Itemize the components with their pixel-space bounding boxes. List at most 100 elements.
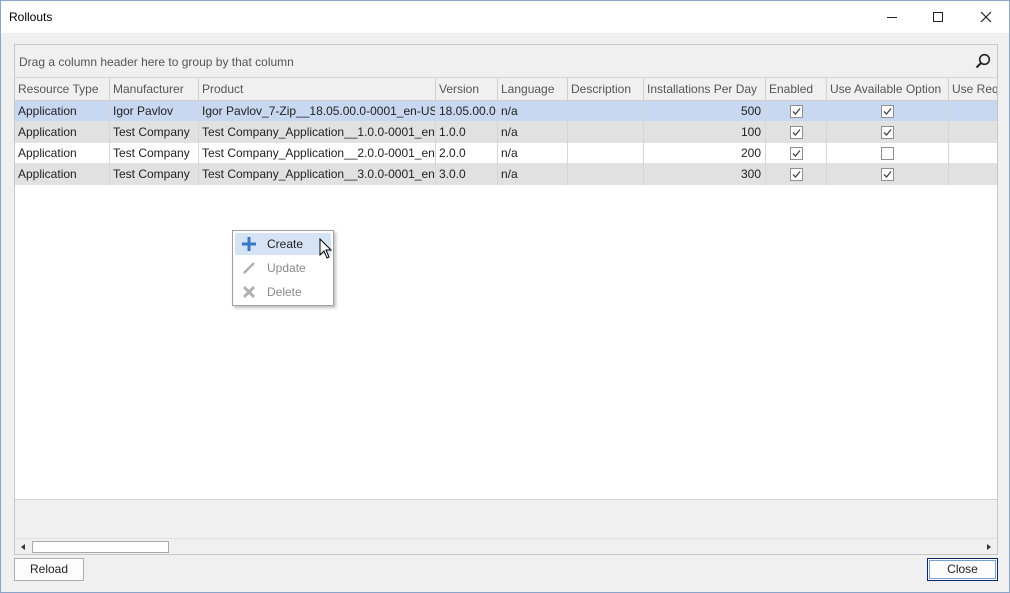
table-row[interactable]: Application Test Company Test Company_Appl… xyxy=(15,122,997,143)
column-header-manufacturer[interactable]: Manufacturer xyxy=(110,78,199,101)
horizontal-scrollbar[interactable] xyxy=(15,538,997,554)
cell-description[interactable] xyxy=(568,143,644,164)
checkmark-icon xyxy=(792,171,801,178)
cell-installations-per-day[interactable]: 300 xyxy=(644,164,766,185)
cell-language[interactable]: n/a xyxy=(498,101,568,122)
checkmark-icon xyxy=(883,171,892,178)
group-panel: Drag a column header here to group by th… xyxy=(15,45,997,78)
cell-product[interactable]: Igor Pavlov_7-Zip__18.05.00.0-0001_en-US xyxy=(199,101,436,122)
close-icon xyxy=(980,11,992,23)
search-icon[interactable] xyxy=(975,53,991,69)
checkmark-icon xyxy=(792,129,801,136)
checkbox[interactable] xyxy=(881,126,894,139)
cell-enabled xyxy=(766,122,827,143)
cell-product[interactable]: Test Company_Application__2.0.0-0001_en-… xyxy=(199,143,436,164)
title-bar: Rollouts xyxy=(1,1,1009,33)
cell-resource-type[interactable]: Application xyxy=(15,164,110,185)
cell-use-available-option xyxy=(827,122,949,143)
checkbox[interactable] xyxy=(881,147,894,160)
column-header-use-required[interactable]: Use Requ xyxy=(949,78,997,101)
chevron-right-icon xyxy=(987,544,991,550)
cell-installations-per-day[interactable]: 100 xyxy=(644,122,766,143)
table-row[interactable]: Application Test Company Test Company_Appl… xyxy=(15,143,997,164)
cell-language[interactable]: n/a xyxy=(498,122,568,143)
cell-product[interactable]: Test Company_Application__3.0.0-0001_en-… xyxy=(199,164,436,185)
cell-use-available-option xyxy=(827,164,949,185)
cell-product[interactable]: Test Company_Application__1.0.0-0001_en-… xyxy=(199,122,436,143)
window-content: Drag a column header here to group by th… xyxy=(1,33,1009,592)
cell-use-available-option xyxy=(827,143,949,164)
column-header-resource-type[interactable]: Resource Type xyxy=(15,78,110,101)
column-header-version[interactable]: Version xyxy=(436,78,498,101)
column-header-enabled[interactable]: Enabled xyxy=(766,78,827,101)
column-header-installations-per-day[interactable]: Installations Per Day xyxy=(644,78,766,101)
menu-item-delete[interactable]: Delete xyxy=(235,281,331,303)
checkmark-icon xyxy=(792,108,801,115)
close-button[interactable]: Close xyxy=(927,558,998,581)
checkbox[interactable] xyxy=(881,168,894,181)
menu-item-create[interactable]: Create xyxy=(235,233,331,255)
cell-resource-type[interactable]: Application xyxy=(15,122,110,143)
cell-description[interactable] xyxy=(568,164,644,185)
cell-enabled xyxy=(766,101,827,122)
cell-version[interactable]: 2.0.0 xyxy=(436,143,498,164)
scroll-right-button[interactable] xyxy=(981,539,997,554)
scroll-left-button[interactable] xyxy=(15,539,31,554)
cell-manufacturer[interactable]: Test Company xyxy=(110,122,199,143)
checkbox[interactable] xyxy=(881,105,894,118)
cell-installations-per-day[interactable]: 200 xyxy=(644,143,766,164)
cell-use-required[interactable] xyxy=(949,101,997,122)
checkbox[interactable] xyxy=(789,105,803,118)
cell-installations-per-day[interactable]: 500 xyxy=(644,101,766,122)
cell-use-required[interactable] xyxy=(949,122,997,143)
pencil-icon xyxy=(235,261,263,275)
cell-language[interactable]: n/a xyxy=(498,143,568,164)
column-header-use-available-option[interactable]: Use Available Option xyxy=(827,78,949,101)
minimize-button[interactable] xyxy=(869,1,915,33)
cell-enabled xyxy=(766,143,827,164)
menu-item-label: Update xyxy=(267,261,306,275)
group-panel-hint: Drag a column header here to group by th… xyxy=(19,55,294,69)
cell-resource-type[interactable]: Application xyxy=(15,101,110,122)
window-title: Rollouts xyxy=(9,10,53,24)
checkbox[interactable] xyxy=(789,168,803,181)
menu-item-label: Delete xyxy=(267,285,302,299)
column-header-description[interactable]: Description xyxy=(568,78,644,101)
checkbox[interactable] xyxy=(789,126,803,139)
menu-item-update[interactable]: Update xyxy=(235,257,331,279)
cell-language[interactable]: n/a xyxy=(498,164,568,185)
maximize-button[interactable] xyxy=(915,1,961,33)
column-header-product[interactable]: Product xyxy=(199,78,436,101)
cell-description[interactable] xyxy=(568,101,644,122)
cell-resource-type[interactable]: Application xyxy=(15,143,110,164)
grid-footer xyxy=(15,500,997,538)
checkmark-icon xyxy=(883,108,892,115)
cell-use-required[interactable] xyxy=(949,143,997,164)
menu-item-label: Create xyxy=(267,237,304,251)
rollouts-window: Rollouts Drag a column header here to gr… xyxy=(0,0,1010,593)
cell-manufacturer[interactable]: Test Company xyxy=(110,164,199,185)
cell-version[interactable]: 3.0.0 xyxy=(436,164,498,185)
grid-header: Resource Type Manufacturer Product Versi… xyxy=(15,78,997,101)
scroll-thumb[interactable] xyxy=(32,541,169,553)
cell-description[interactable] xyxy=(568,122,644,143)
plus-icon xyxy=(235,237,263,251)
chevron-left-icon xyxy=(21,544,25,550)
cell-version[interactable]: 18.05.00.0 xyxy=(436,101,498,122)
cell-use-required[interactable] xyxy=(949,164,997,185)
checkbox[interactable] xyxy=(789,147,803,160)
cell-version[interactable]: 1.0.0 xyxy=(436,122,498,143)
rollouts-grid: Drag a column header here to group by th… xyxy=(14,44,998,555)
checkmark-icon xyxy=(792,150,801,157)
cell-manufacturer[interactable]: Test Company xyxy=(110,143,199,164)
window-close-button[interactable] xyxy=(963,1,1009,33)
table-row[interactable]: Application Igor Pavlov Igor Pavlov_7-Zip_… xyxy=(15,101,997,122)
table-row[interactable]: Application Test Company Test Company_Appl… xyxy=(15,164,997,185)
cell-enabled xyxy=(766,164,827,185)
cell-manufacturer[interactable]: Igor Pavlov xyxy=(110,101,199,122)
minimize-icon xyxy=(887,17,897,18)
x-icon xyxy=(235,285,263,299)
reload-button[interactable]: Reload xyxy=(14,558,84,581)
column-header-language[interactable]: Language xyxy=(498,78,568,101)
cell-use-available-option xyxy=(827,101,949,122)
